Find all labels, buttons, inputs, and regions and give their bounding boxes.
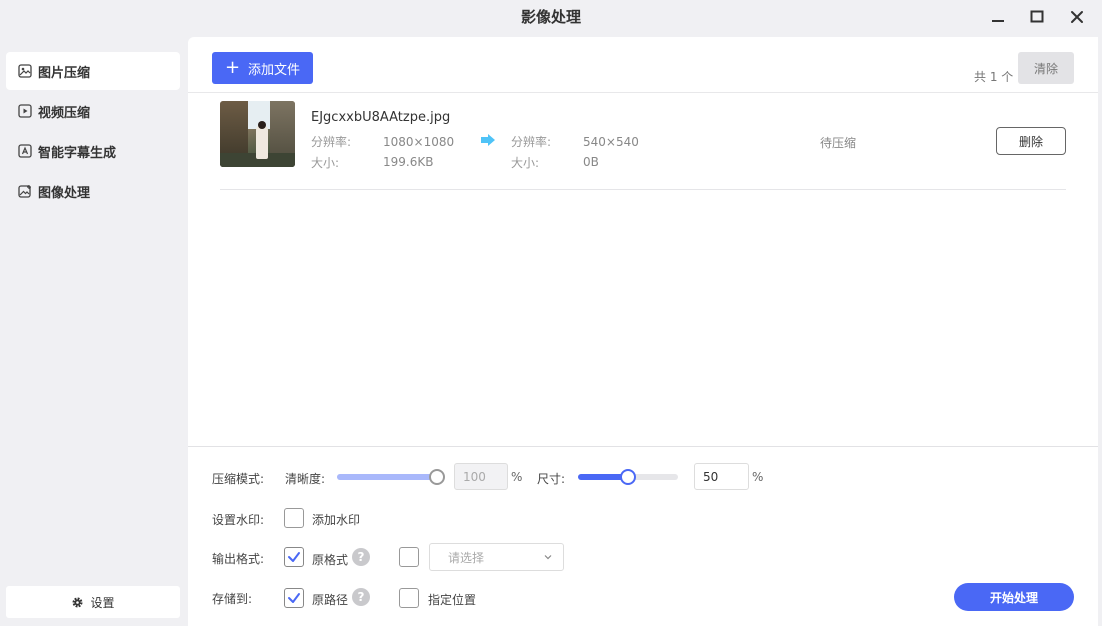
watermark-label: 设置水印: <box>212 513 265 527</box>
add-watermark-label: 添加水印 <box>312 513 361 527</box>
sidebar-item-label: 图像处理 <box>38 185 91 201</box>
help-icon[interactable]: ? <box>352 548 370 566</box>
clarity-slider[interactable] <box>337 469 445 485</box>
sidebar-item-image-process[interactable]: 图像处理 <box>6 172 180 210</box>
file-name: EJgcxxbU8AAtzpe.jpg <box>311 110 451 125</box>
add-file-button[interactable]: + 添加文件 <box>212 52 313 84</box>
target-resolution: 540×540 <box>583 135 639 149</box>
sidebar: 图片压缩 视频压缩 智能字幕生成 图像处理 设置 <box>0 34 188 626</box>
target-size: 0B <box>583 155 599 169</box>
original-size: 199.6KB <box>383 155 434 169</box>
close-icon[interactable] <box>1066 6 1088 28</box>
add-watermark-checkbox[interactable] <box>284 508 304 528</box>
image-edit-icon <box>18 184 32 198</box>
compress-mode-label: 压缩模式: <box>212 472 265 486</box>
size-percent: % <box>752 470 764 484</box>
custom-format-checkbox[interactable] <box>399 547 419 567</box>
sidebar-item-subtitle[interactable]: 智能字幕生成 <box>6 132 180 170</box>
file-count: 共 1 个 <box>974 70 1014 84</box>
original-path-label: 原路径 <box>312 593 349 607</box>
save-to-label: 存储到: <box>212 592 253 606</box>
divider <box>188 446 1098 447</box>
format-select[interactable]: 请选择 <box>429 543 564 571</box>
format-select-placeholder: 请选择 <box>448 550 485 565</box>
original-format-label: 原格式 <box>312 553 349 567</box>
custom-location-checkbox[interactable] <box>399 588 419 608</box>
sidebar-item-image-compress[interactable]: 图片压缩 <box>6 52 180 90</box>
gear-icon <box>71 596 84 609</box>
title-bar: 影像处理 <box>0 0 1102 34</box>
output-format-label: 输出格式: <box>212 552 265 566</box>
window-title: 影像处理 <box>520 8 581 26</box>
settings-button[interactable]: 设置 <box>6 586 180 618</box>
delete-button[interactable]: 删除 <box>996 127 1066 155</box>
maximize-icon[interactable] <box>1026 6 1048 28</box>
target-resolution-label: 分辨率: <box>511 135 552 149</box>
original-resolution-label: 分辨率: <box>311 135 352 149</box>
original-path-checkbox[interactable] <box>284 588 304 608</box>
original-size-label: 大小: <box>311 156 340 170</box>
size-label: 尺寸: <box>537 472 566 486</box>
main-panel: + 添加文件 共 1 个 清除 EJgcxxbU8AAtzpe.jpg 分辨率:… <box>188 37 1098 626</box>
clear-button[interactable]: 清除 <box>1018 52 1074 84</box>
settings-label: 设置 <box>90 595 115 610</box>
sidebar-item-label: 图片压缩 <box>38 65 91 81</box>
add-file-label: 添加文件 <box>248 62 301 78</box>
start-process-button[interactable]: 开始处理 <box>954 583 1074 611</box>
status-text: 待压缩 <box>820 136 857 150</box>
file-row: EJgcxxbU8AAtzpe.jpg 分辨率: 1080×1080 大小: 1… <box>220 93 1066 190</box>
size-slider-handle[interactable] <box>620 469 636 485</box>
checkmark-icon <box>288 593 300 603</box>
plus-icon: + <box>224 57 241 78</box>
video-icon <box>18 104 32 118</box>
target-size-label: 大小: <box>511 156 540 170</box>
sidebar-item-video-compress[interactable]: 视频压缩 <box>6 92 180 130</box>
custom-location-label: 指定位置 <box>428 593 477 607</box>
clarity-input: 100 <box>454 463 508 490</box>
subtitle-icon <box>18 144 32 158</box>
size-slider[interactable] <box>578 469 678 485</box>
image-icon <box>18 64 32 78</box>
minimize-icon[interactable] <box>987 6 1009 28</box>
sidebar-item-label: 智能字幕生成 <box>38 145 117 161</box>
clarity-slider-fill <box>337 474 437 480</box>
arrow-right-icon <box>480 133 496 147</box>
clarity-percent: % <box>511 470 523 484</box>
size-input[interactable]: 50 <box>694 463 749 490</box>
checkmark-icon <box>288 552 300 562</box>
file-thumbnail <box>220 101 295 167</box>
clarity-label: 清晰度: <box>285 472 326 486</box>
help-icon[interactable]: ? <box>352 588 370 606</box>
original-resolution: 1080×1080 <box>383 135 455 149</box>
clarity-slider-handle[interactable] <box>429 469 445 485</box>
sidebar-item-label: 视频压缩 <box>38 105 91 121</box>
original-format-checkbox[interactable] <box>284 547 304 567</box>
chevron-down-icon <box>543 552 553 562</box>
